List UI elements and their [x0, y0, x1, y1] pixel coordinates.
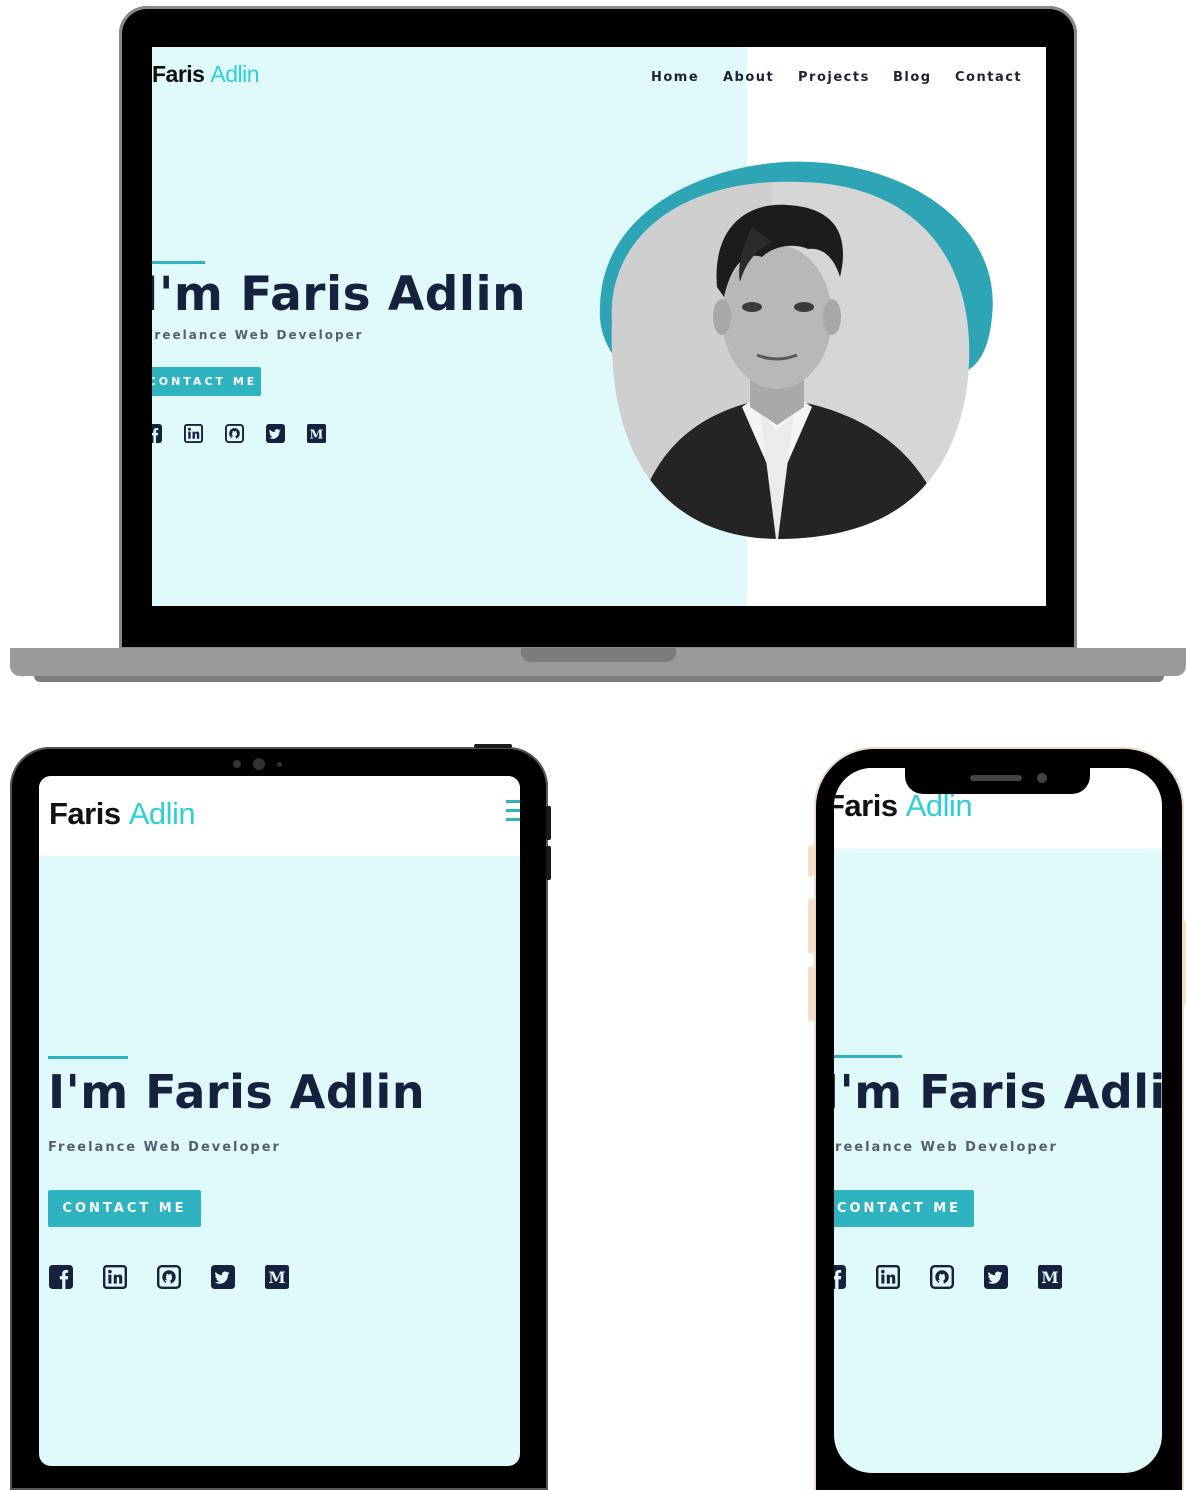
laptop-foot [34, 676, 1164, 682]
nav-home[interactable]: Home [651, 70, 723, 85]
logo-second: Adlin [128, 796, 196, 831]
facebook-icon[interactable] [152, 424, 162, 443]
laptop-screen: Faris Adlin Home About Projects Blog Con… [152, 47, 1046, 606]
contact-me-button[interactable]: CONTACT ME [834, 1190, 974, 1227]
nav-projects[interactable]: Projects [798, 70, 893, 85]
hero-title: I'm Faris Adlin [834, 1065, 1162, 1119]
svg-text:M: M [310, 426, 324, 441]
logo-first: Faris [49, 796, 121, 831]
linkedin-icon[interactable] [876, 1265, 900, 1289]
phone-camera [1037, 773, 1047, 783]
svg-text:M: M [268, 1268, 285, 1287]
facebook-icon[interactable] [49, 1265, 73, 1289]
linkedin-icon[interactable] [184, 424, 203, 443]
phone-volume-down [808, 966, 814, 1022]
svg-text:M: M [1041, 1268, 1058, 1287]
laptop-opening-notch [521, 648, 676, 662]
github-icon[interactable] [225, 424, 244, 443]
hero-subtitle: Freelance Web Developer [834, 1140, 1058, 1155]
contact-me-button[interactable]: CONTACT ME [152, 367, 261, 396]
medium-icon[interactable]: M [1038, 1265, 1062, 1289]
hero-title: I'm Faris Adlin [152, 267, 527, 322]
twitter-icon[interactable] [984, 1265, 1008, 1289]
phone-volume-up [808, 898, 814, 954]
tablet-sensor [233, 760, 241, 768]
twitter-icon[interactable] [266, 424, 285, 443]
tablet-camera [253, 758, 265, 770]
phone-screen: Faris Adlin I'm Faris Adlin Freelance We… [834, 768, 1162, 1473]
nav-about[interactable]: About [723, 70, 798, 85]
hero-title: I'm Faris Adlin [48, 1065, 426, 1119]
logo-first: Faris [152, 61, 205, 87]
medium-icon[interactable]: M [307, 424, 326, 443]
hero-subtitle: Freelance Web Developer [48, 1140, 281, 1155]
tablet-volume-up [546, 806, 551, 840]
hero-subtitle: Freelance Web Developer [152, 328, 364, 342]
nav-contact[interactable]: Contact [955, 70, 1022, 85]
tablet-flash [277, 762, 282, 767]
tablet-screen: Faris Adlin I'm Faris Adlin Freelance We… [39, 776, 520, 1466]
twitter-icon[interactable] [211, 1265, 235, 1289]
site-logo[interactable]: Faris Adlin [49, 796, 196, 832]
medium-icon[interactable]: M [265, 1265, 289, 1289]
nav-blog[interactable]: Blog [893, 70, 955, 85]
tablet-volume-down [546, 846, 551, 880]
profile-photo [599, 161, 993, 540]
github-icon[interactable] [157, 1265, 181, 1289]
phone-speaker [970, 775, 1022, 781]
hero-accent-line [48, 1056, 128, 1059]
facebook-icon[interactable] [834, 1265, 846, 1289]
social-links: M [152, 424, 326, 443]
github-icon[interactable] [930, 1265, 954, 1289]
hamburger-menu-icon[interactable] [506, 800, 520, 821]
contact-me-button[interactable]: CONTACT ME [48, 1190, 201, 1227]
hero-accent-line [834, 1055, 902, 1058]
linkedin-icon[interactable] [103, 1265, 127, 1289]
social-links: M [834, 1265, 1062, 1289]
site-logo[interactable]: Faris Adlin [152, 61, 260, 88]
main-nav: Home About Projects Blog Contact [651, 70, 1022, 85]
phone-mute-switch [808, 845, 814, 877]
tablet-top-button [474, 744, 512, 748]
logo-first: Faris [834, 788, 898, 823]
logo-second: Adlin [210, 61, 260, 87]
hero-accent-line [152, 261, 205, 264]
social-links: M [49, 1265, 289, 1289]
